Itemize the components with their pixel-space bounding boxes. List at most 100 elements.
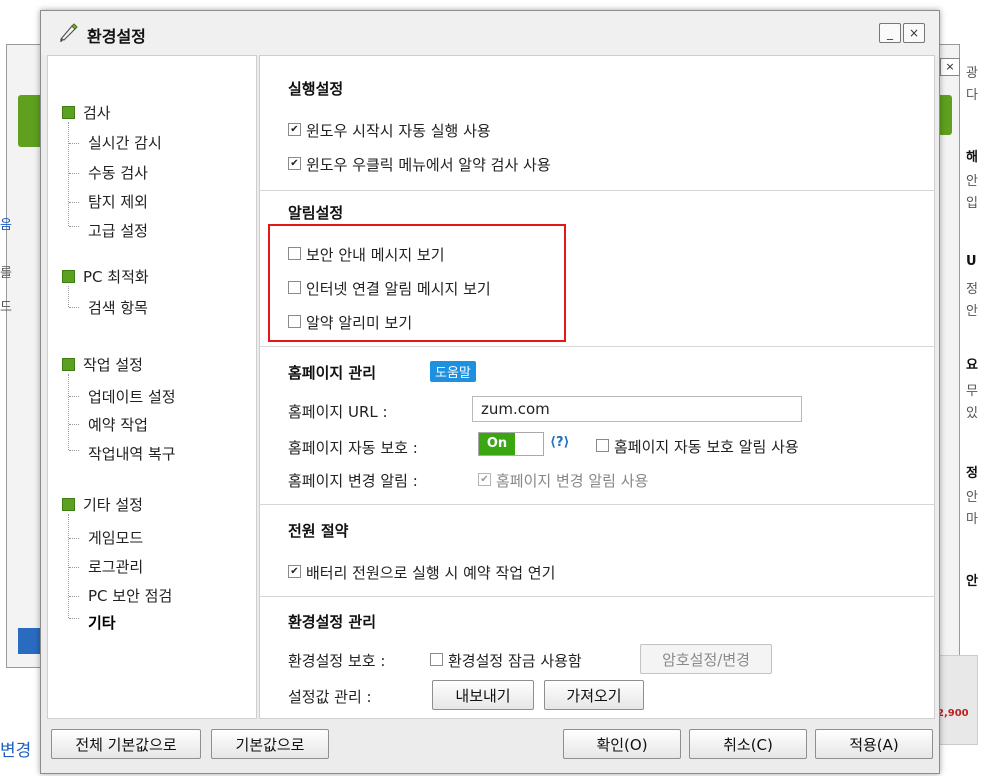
separator xyxy=(260,346,934,347)
bg-fragment: 무 xyxy=(966,384,978,399)
nav-category-scan[interactable]: 검사 xyxy=(62,102,111,123)
title-bar[interactable]: 환경설정 _ × xyxy=(41,11,939,55)
checkbox-battery-defer[interactable]: ✔ 배터리 전원으로 실행 시 예약 작업 연기 xyxy=(288,562,555,583)
homepage-protect-label: 홈페이지 자동 보호 : xyxy=(288,439,418,457)
section-title-notify: 알림설정 xyxy=(288,204,344,222)
bg-fragment: 정 xyxy=(966,466,978,481)
green-square-icon xyxy=(62,498,75,511)
tree-line xyxy=(68,514,69,618)
checkbox-unchecked-icon[interactable] xyxy=(288,247,301,260)
nav-item-log-management[interactable]: 로그관리 xyxy=(88,556,143,577)
section-title-config: 환경설정 관리 xyxy=(288,613,377,631)
nav-item-manual-scan[interactable]: 수동 검사 xyxy=(88,162,148,183)
config-protect-label: 환경설정 보호 : xyxy=(288,652,386,670)
export-button[interactable]: 내보내기 xyxy=(432,680,534,710)
tree-branch xyxy=(69,450,79,451)
homepage-url-input[interactable] xyxy=(472,396,802,422)
nav-category-other-settings[interactable]: 기타 설정 xyxy=(62,494,143,515)
checkbox-internet-alerts[interactable]: 인터넷 연결 알림 메시지 보기 xyxy=(288,278,491,299)
bg-fragment: 광 xyxy=(966,66,978,81)
bg-fragment: U xyxy=(966,254,977,269)
config-manage-label: 설정값 관리 : xyxy=(288,688,372,706)
bg-fragment: 드 xyxy=(0,300,12,315)
tree-line xyxy=(68,374,69,450)
checkbox-unchecked-icon[interactable] xyxy=(288,315,301,328)
dialog-title: 환경설정 xyxy=(87,27,146,46)
checkbox-unchecked-icon[interactable] xyxy=(430,653,443,666)
bg-fragment: 다 xyxy=(966,88,978,103)
reset-all-button[interactable]: 전체 기본값으로 xyxy=(51,729,201,759)
reset-defaults-button[interactable]: 기본값으로 xyxy=(211,729,329,759)
nav-item-game-mode[interactable]: 게임모드 xyxy=(88,527,143,548)
checkbox-context-menu-scan[interactable]: ✔ 윈도우 우클릭 메뉴에서 알약 검사 사용 xyxy=(288,154,551,175)
tree-branch xyxy=(69,567,79,568)
minimize-button[interactable]: _ xyxy=(879,23,901,43)
pencil-icon xyxy=(59,23,78,42)
green-square-icon xyxy=(62,358,75,371)
homepage-url-label: 홈페이지 URL : xyxy=(288,403,388,421)
bg-fragment: 해 xyxy=(966,150,978,165)
checkbox-checked-icon[interactable]: ✔ xyxy=(288,157,301,170)
ok-button[interactable]: 확인(O) xyxy=(563,729,681,759)
checkbox-security-messages[interactable]: 보안 안내 메시지 보기 xyxy=(288,244,445,265)
section-title-homepage: 홈페이지 관리 xyxy=(288,364,377,382)
close-button[interactable]: × xyxy=(903,23,925,43)
bg-fragment: 안 xyxy=(966,490,978,505)
nav-item-update-settings[interactable]: 업데이트 설정 xyxy=(88,386,176,407)
apply-button[interactable]: 적용(A) xyxy=(815,729,933,759)
separator xyxy=(260,190,934,191)
tree-branch xyxy=(69,307,79,308)
ad-price: 2,900 xyxy=(937,708,969,719)
bg-fragment: 를 xyxy=(0,266,12,281)
password-set-button[interactable]: 암호설정/변경 xyxy=(640,644,772,674)
nav-item-pc-security-check[interactable]: PC 보안 점검 xyxy=(88,585,172,606)
green-square-icon xyxy=(62,270,75,283)
tree-branch xyxy=(69,226,79,227)
checkbox-config-lock[interactable]: 환경설정 잠금 사용함 xyxy=(430,650,582,671)
bg-fragment: 마 xyxy=(966,512,978,527)
tree-branch xyxy=(69,538,79,539)
checkbox-checked-icon[interactable]: ✔ xyxy=(288,123,301,136)
nav-item-exclusions[interactable]: 탐지 제외 xyxy=(88,191,148,212)
bg-fragment: 안 xyxy=(966,574,978,589)
tree-branch xyxy=(69,202,79,203)
nav-item-advanced[interactable]: 고급 설정 xyxy=(88,220,148,241)
bg-fragment: 요 xyxy=(966,358,978,373)
tree-branch xyxy=(69,424,79,425)
green-square-icon xyxy=(62,106,75,119)
checkbox-checked-disabled-icon: ✔ xyxy=(478,473,491,486)
import-button[interactable]: 가져오기 xyxy=(544,680,644,710)
nav-item-search-items[interactable]: 검색 항목 xyxy=(88,297,148,318)
checkbox-protect-alert[interactable]: 홈페이지 자동 보호 알림 사용 xyxy=(596,436,799,457)
checkbox-checked-icon[interactable]: ✔ xyxy=(288,565,301,578)
separator xyxy=(260,504,934,505)
homepage-protect-toggle[interactable]: On xyxy=(478,432,544,456)
tree-branch xyxy=(69,396,79,397)
help-button[interactable]: 도움말 xyxy=(430,361,476,382)
settings-nav: 검사 실시간 감시 수동 검사 탐지 제외 고급 설정 PC 최적화 검색 항목… xyxy=(47,55,257,719)
checkbox-alyac-notifier[interactable]: 알약 알리미 보기 xyxy=(288,312,412,333)
section-title-run: 실행설정 xyxy=(288,80,344,98)
bg-fragment: 정 xyxy=(966,282,978,297)
tree-branch xyxy=(69,596,79,597)
section-title-power: 전원 절약 xyxy=(288,522,349,540)
checkbox-unchecked-icon[interactable] xyxy=(288,281,301,294)
checkbox-unchecked-icon[interactable] xyxy=(596,439,609,452)
nav-item-realtime[interactable]: 실시간 감시 xyxy=(88,132,162,153)
bg-fragment: 있 xyxy=(966,406,978,421)
tree-branch xyxy=(69,618,79,619)
nav-category-pc-optimize[interactable]: PC 최적화 xyxy=(62,266,149,287)
bg-link-text[interactable]: 변경 xyxy=(0,736,31,761)
tree-line xyxy=(68,122,69,226)
tree-branch xyxy=(69,173,79,174)
nav-item-task-restore[interactable]: 작업내역 복구 xyxy=(88,443,176,464)
nav-item-etc-selected[interactable]: 기타 xyxy=(88,612,116,633)
tree-branch xyxy=(69,143,79,144)
nav-category-task-settings[interactable]: 작업 설정 xyxy=(62,354,143,375)
tree-line xyxy=(68,286,69,307)
question-icon[interactable]: ⟨?⟩ xyxy=(550,435,569,450)
nav-item-scheduled-task[interactable]: 예약 작업 xyxy=(88,414,148,435)
cancel-button[interactable]: 취소(C) xyxy=(689,729,807,759)
bg-fragment: 안 xyxy=(966,304,978,319)
checkbox-autostart[interactable]: ✔ 윈도우 시작시 자동 실행 사용 xyxy=(288,120,491,141)
